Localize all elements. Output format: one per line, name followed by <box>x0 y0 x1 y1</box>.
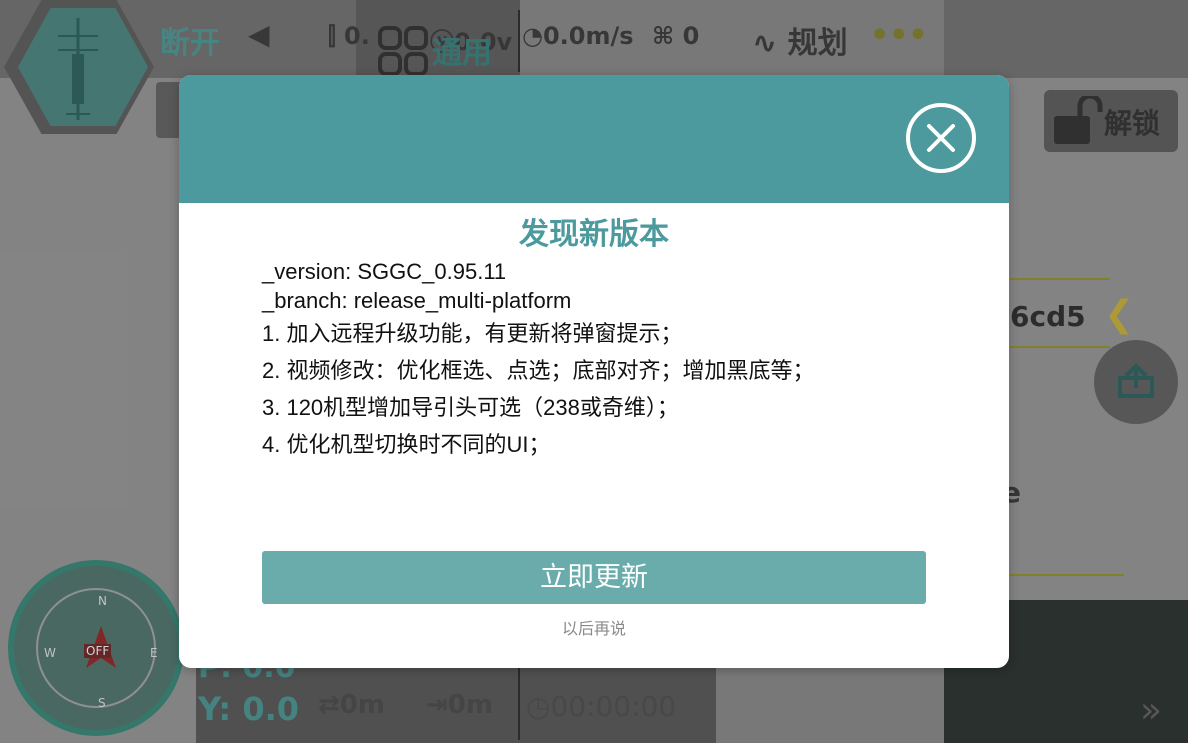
close-button[interactable] <box>906 103 976 173</box>
change-item: 2. 视频修改：优化框选、点选；底部对齐；增加黑底等； <box>262 358 815 383</box>
close-icon <box>927 124 955 152</box>
later-link[interactable]: 以后再说 <box>179 615 1009 639</box>
update-now-button[interactable]: 立即更新 <box>262 551 926 604</box>
release-notes: _version: SGGC_0.95.11 _branch: release_… <box>262 257 814 463</box>
change-item: 1. 加入远程升级功能，有更新将弹窗提示； <box>262 321 683 346</box>
dialog-header <box>179 75 1009 203</box>
change-item: 4. 优化机型切换时不同的UI； <box>262 432 551 457</box>
version-line: _version: SGGC_0.95.11 <box>262 259 507 284</box>
update-dialog: 发现新版本 _version: SGGC_0.95.11 _branch: re… <box>179 75 1009 668</box>
dialog-title: 发现新版本 <box>519 217 669 252</box>
branch-line: _branch: release_multi-platform <box>262 288 572 313</box>
change-item: 3. 120机型增加导引头可选（238或奇维）； <box>262 395 679 420</box>
